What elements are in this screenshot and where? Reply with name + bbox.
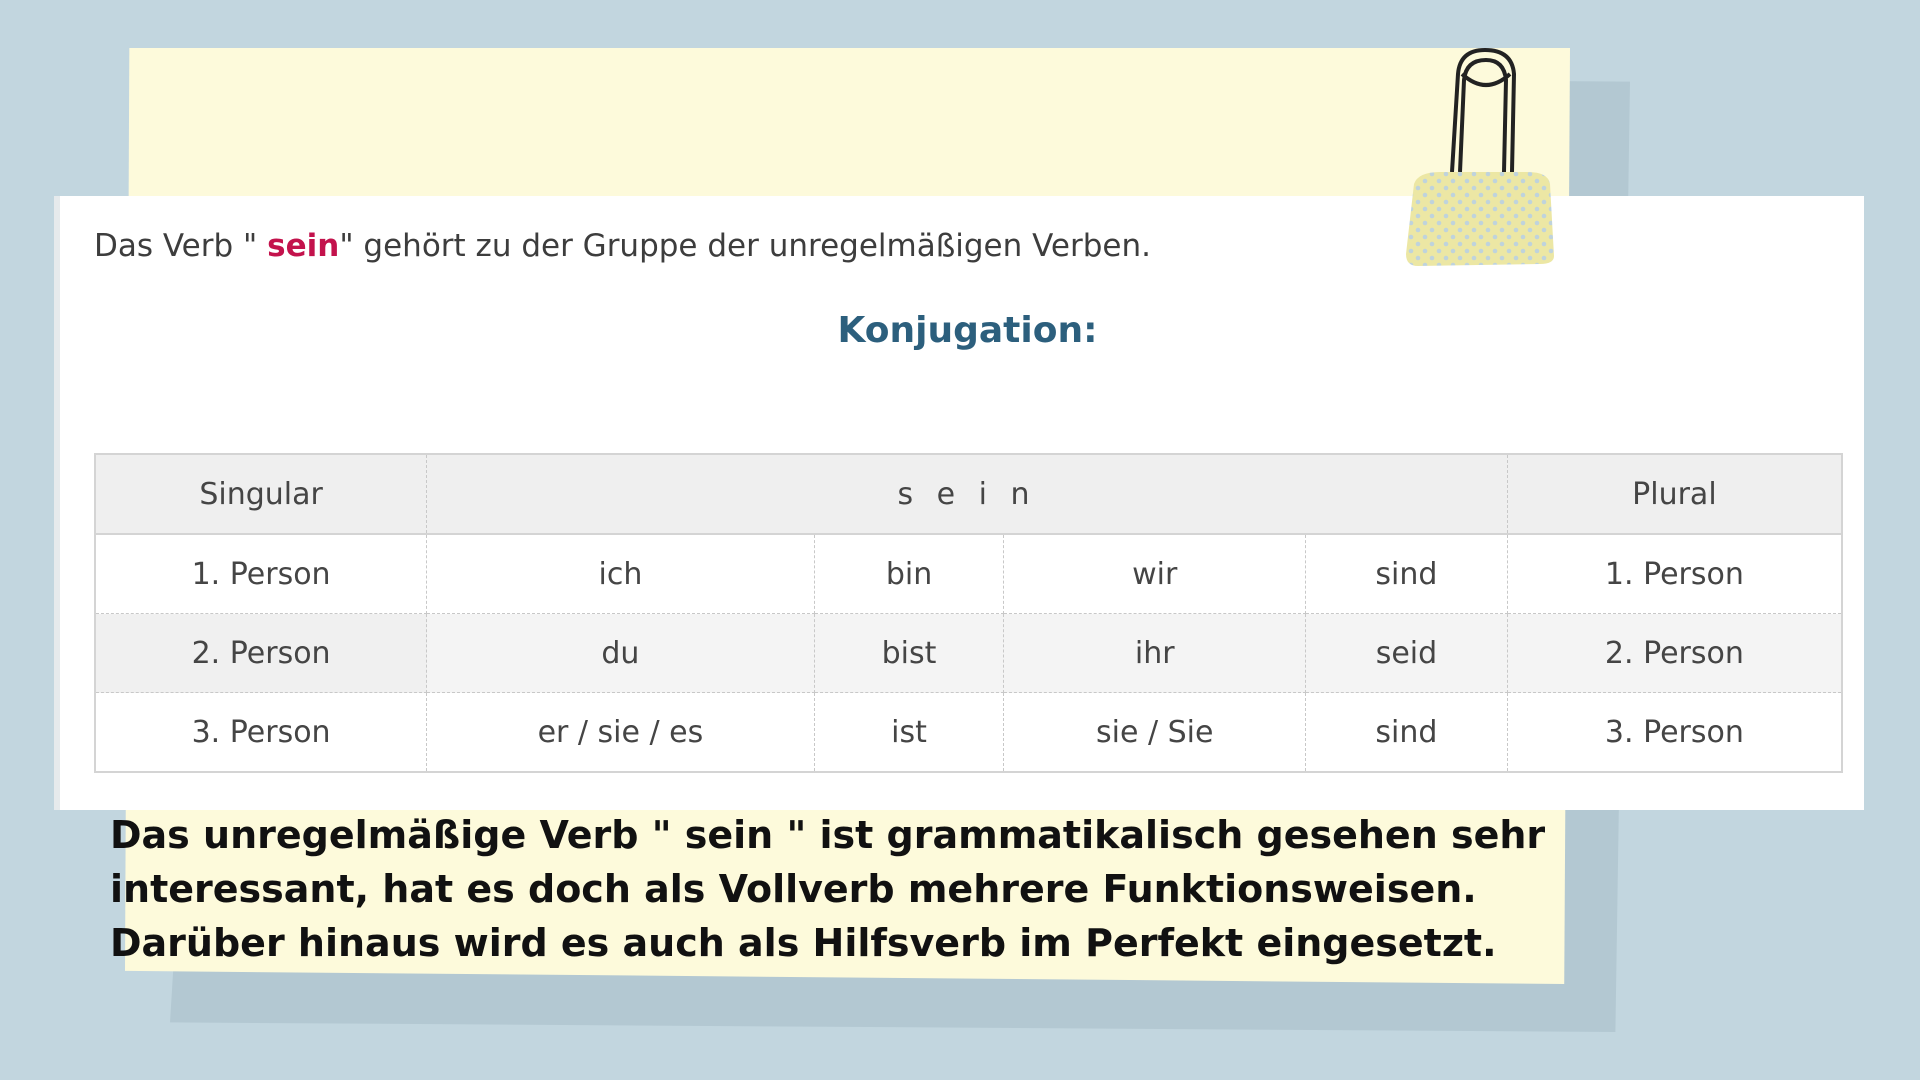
conjugation-table: Singular s e i n Plural 1. Person ich bi… — [94, 453, 1843, 773]
page-title: Konjugation: — [837, 310, 1098, 351]
singular-form-cell: ist — [814, 692, 1005, 772]
plural-form-cell: sind — [1305, 534, 1508, 614]
explanation-line: Das unregelmäßige Verb " sein " ist gram… — [110, 813, 1546, 857]
intro-suffix: " gehört zu der Gruppe der unregelmäßige… — [339, 228, 1151, 264]
singular-pronoun-cell: du — [426, 613, 815, 693]
plural-pronoun-cell: wir — [1003, 534, 1307, 614]
intro-sentence: Das Verb " sein" gehört zu der Gruppe de… — [94, 228, 1151, 264]
table-row: 2. Person du bist ihr seid 2. Person — [95, 613, 1842, 693]
table-header-row: Singular s e i n Plural — [95, 454, 1842, 535]
singular-form-cell: bist — [814, 613, 1005, 693]
explanation-line: Darüber hinaus wird es auch als Hilfsver… — [110, 921, 1497, 965]
right-person-cell: 3. Person — [1604, 714, 1744, 750]
singular-pronoun-cell: er / sie / es — [426, 692, 815, 772]
plural-form-cell: sind — [1305, 692, 1508, 772]
verb-highlight: sein — [267, 228, 340, 264]
singular-form-cell: bin — [814, 534, 1005, 614]
header-singular: Singular — [95, 454, 428, 535]
binder-clip-icon — [1406, 47, 1554, 266]
header-verb: s e i n — [426, 454, 1508, 535]
table-row: 1. Person ich bin wir sind 1. Person — [95, 534, 1842, 614]
left-person-cell: 1. Person — [95, 534, 428, 614]
right-person-cell: 1. Person — [1507, 534, 1842, 614]
singular-pronoun-cell: ich — [426, 534, 815, 614]
right-person-cell: 2. Person — [1507, 613, 1842, 693]
table-row: 3. Person er / sie / es ist sie / Sie si… — [95, 692, 1842, 772]
intro-prefix: Das Verb " — [94, 228, 268, 264]
left-person-cell: 2. Person — [95, 613, 428, 693]
explanation-text: Das unregelmäßige Verb " sein " ist gram… — [110, 808, 1570, 970]
plural-pronoun-cell: ihr — [1003, 613, 1307, 693]
header-plural: Plural — [1507, 454, 1842, 535]
plural-pronoun-cell: sie / Sie — [1003, 692, 1307, 772]
explanation-line: interessant, hat es doch als Vollverb me… — [110, 867, 1477, 911]
left-person-cell: 3. Person — [95, 692, 428, 772]
plural-form-cell: seid — [1305, 613, 1508, 693]
